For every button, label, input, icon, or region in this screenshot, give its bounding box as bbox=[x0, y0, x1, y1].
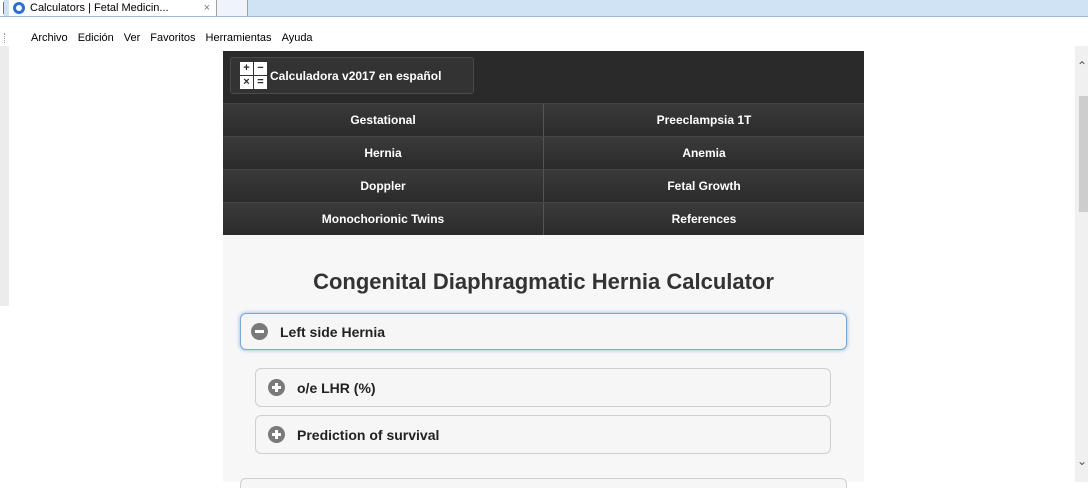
scroll-down-icon[interactable]: ⌄ bbox=[1077, 455, 1087, 467]
menu-edicion[interactable]: Edición bbox=[78, 32, 114, 44]
nav-row: Gestational Preeclampsia 1T bbox=[223, 103, 864, 136]
plus-circle-icon bbox=[268, 379, 285, 396]
oe-lhr-collapsible[interactable]: o/e LHR (%) bbox=[255, 368, 831, 407]
site-favicon-icon bbox=[13, 2, 25, 14]
collapsible-label: o/e LHR (%) bbox=[297, 379, 376, 396]
next-collapsible[interactable] bbox=[240, 478, 847, 488]
tab-close-icon[interactable]: × bbox=[204, 2, 210, 14]
calculator-icon: + − × = bbox=[240, 62, 267, 89]
nav-doppler[interactable]: Doppler bbox=[223, 170, 543, 202]
times-glyph: × bbox=[240, 76, 253, 89]
site-header: + − × = Calculadora v2017 en español Ges… bbox=[223, 51, 864, 235]
browser-tab[interactable]: Calculators | Fetal Medicin... × bbox=[9, 0, 217, 16]
menu-bar: Archivo Edición Ver Favoritos Herramient… bbox=[0, 31, 1088, 45]
minus-circle-icon bbox=[251, 323, 268, 340]
calculadora-espanol-button[interactable]: + − × = Calculadora v2017 en español bbox=[230, 57, 474, 94]
collapsible-label: Prediction of survival bbox=[297, 426, 440, 443]
nav-references[interactable]: References bbox=[543, 203, 864, 235]
menu-ayuda[interactable]: Ayuda bbox=[282, 32, 313, 44]
collapsible-label: Left side Hernia bbox=[280, 323, 386, 340]
menu-grip-icon bbox=[4, 33, 8, 43]
plus-circle-icon bbox=[268, 426, 285, 443]
nav-hernia[interactable]: Hernia bbox=[223, 137, 543, 169]
calculadora-label: Calculadora v2017 en español bbox=[270, 68, 442, 83]
tab-strip-edge bbox=[0, 0, 4, 16]
minus-glyph: − bbox=[254, 62, 267, 75]
nav-row: Hernia Anemia bbox=[223, 136, 864, 169]
scrollbar-thumb[interactable] bbox=[1079, 96, 1088, 212]
left-gutter bbox=[0, 46, 9, 306]
page-title: Congenital Diaphragmatic Hernia Calculat… bbox=[313, 269, 774, 294]
site-panel: + − × = Calculadora v2017 en español Ges… bbox=[223, 51, 864, 488]
left-side-hernia-collapsible[interactable]: Left side Hernia bbox=[240, 313, 847, 350]
new-tab-button[interactable] bbox=[217, 0, 248, 16]
menu-ver[interactable]: Ver bbox=[124, 32, 141, 44]
nav-preeclampsia-1t[interactable]: Preeclampsia 1T bbox=[543, 104, 864, 136]
nav-fetal-growth[interactable]: Fetal Growth bbox=[543, 170, 864, 202]
nav-row: Doppler Fetal Growth bbox=[223, 169, 864, 202]
menu-archivo[interactable]: Archivo bbox=[31, 32, 68, 44]
prediction-survival-collapsible[interactable]: Prediction of survival bbox=[255, 415, 831, 454]
menu-favoritos[interactable]: Favoritos bbox=[150, 32, 195, 44]
tab-title: Calculators | Fetal Medicin... bbox=[30, 2, 169, 14]
menu-herramientas[interactable]: Herramientas bbox=[206, 32, 272, 44]
scroll-up-icon[interactable]: ⌃ bbox=[1077, 60, 1087, 72]
nav-gestational[interactable]: Gestational bbox=[223, 104, 543, 136]
nav-monochorionic-twins[interactable]: Monochorionic Twins bbox=[223, 203, 543, 235]
equals-glyph: = bbox=[254, 76, 267, 89]
nav-anemia[interactable]: Anemia bbox=[543, 137, 864, 169]
browser-tab-strip: Calculators | Fetal Medicin... × bbox=[0, 0, 1088, 17]
calculator-nav: Gestational Preeclampsia 1T Hernia Anemi… bbox=[223, 103, 864, 235]
nav-row: Monochorionic Twins References bbox=[223, 202, 864, 235]
plus-glyph: + bbox=[240, 62, 253, 75]
